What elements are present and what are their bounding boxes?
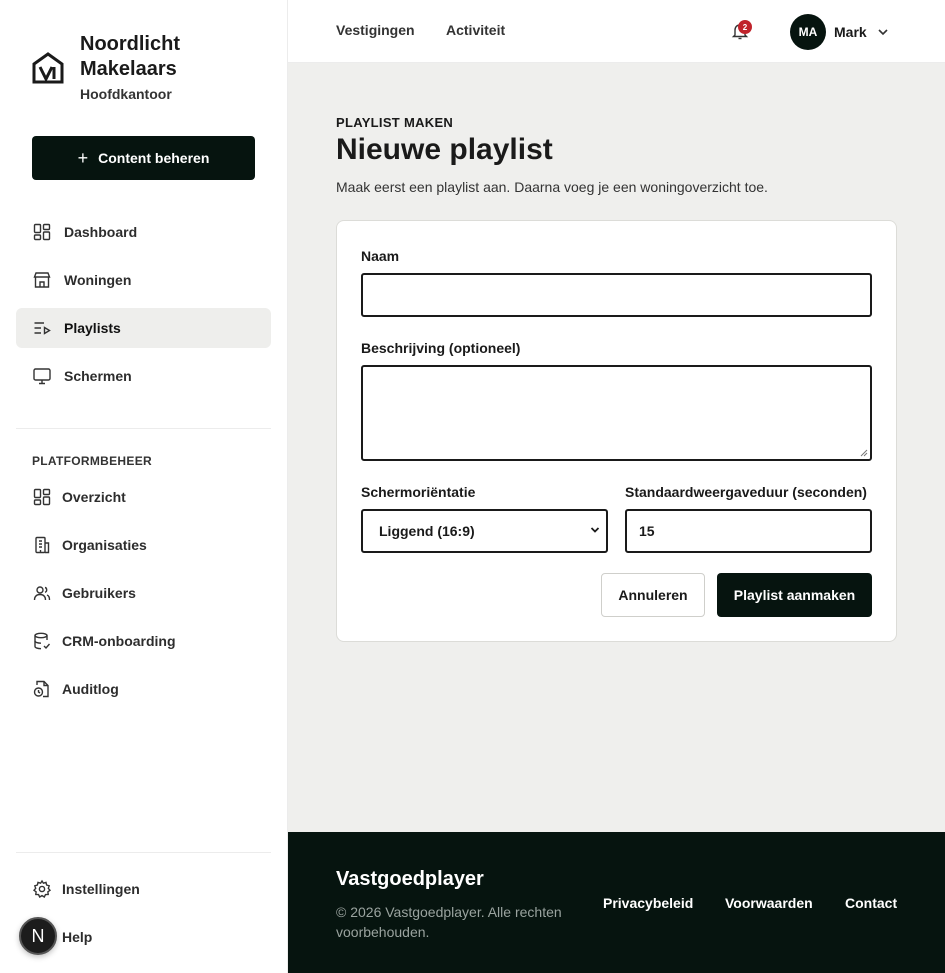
topnav-activiteit[interactable]: Activiteit <box>446 22 505 38</box>
description-textarea[interactable] <box>361 365 872 461</box>
sidebar-item-label: Gebruikers <box>62 585 136 601</box>
brand-subtitle: Hoofdkantoor <box>80 86 172 102</box>
page-title: Nieuwe playlist <box>336 133 553 166</box>
brand[interactable]: Noordlicht Makelaars Hoofdkantoor <box>32 32 230 102</box>
sidebar-item-woningen[interactable]: Woningen <box>16 260 271 300</box>
sidebar-item-auditlog[interactable]: Auditlog <box>16 669 271 709</box>
name-input[interactable] <box>361 273 872 317</box>
duration-input-value: 15 <box>639 523 655 539</box>
sidebar-item-dashboard[interactable]: Dashboard <box>16 212 271 252</box>
sidebar: Noordlicht Makelaars Hoofdkantoor + Cont… <box>0 0 288 973</box>
content-manage-label: Content beheren <box>98 150 210 166</box>
footer: Vastgoedplayer © 2026 Vastgoedplayer. Al… <box>288 832 945 973</box>
sidebar-divider <box>16 852 271 853</box>
building-icon <box>35 536 50 554</box>
sidebar-item-crm-onboarding[interactable]: CRM-onboarding <box>16 621 271 661</box>
sidebar-item-label: CRM-onboarding <box>62 633 176 649</box>
sidebar-item-label: Help <box>62 929 93 945</box>
sidebar-item-label: Playlists <box>64 320 121 336</box>
sidebar-item-overzicht[interactable]: Overzicht <box>16 477 271 517</box>
orientation-select[interactable]: Liggend (16:9) <box>361 509 608 553</box>
sidebar-item-label: Auditlog <box>62 681 119 697</box>
create-playlist-button[interactable]: Playlist aanmaken <box>717 573 872 617</box>
sidebar-item-label: Overzicht <box>62 489 126 505</box>
content-manage-button[interactable]: + Content beheren <box>32 136 255 180</box>
sidebar-item-label: Woningen <box>64 272 132 288</box>
duration-label: Standaardweergaveduur (seconden) <box>625 484 867 500</box>
plus-icon: + <box>77 148 89 168</box>
sidebar-item-instellingen[interactable]: Instellingen <box>16 869 271 909</box>
footer-brand: Vastgoedplayer <box>336 868 484 890</box>
section-label-platformbeheer: PLATFORMBEHEER <box>32 454 152 468</box>
sidebar-divider <box>16 428 271 429</box>
footer-link-voorwaarden[interactable]: Voorwaarden <box>725 895 813 911</box>
sidebar-item-label: Dashboard <box>64 224 138 240</box>
users-icon <box>33 586 51 601</box>
dashboard-icon <box>33 488 51 506</box>
description-label: Beschrijving (optioneel) <box>361 340 521 356</box>
sidebar-item-label: Schermen <box>64 368 132 384</box>
footer-link-privacybeleid[interactable]: Privacybeleid <box>603 895 693 911</box>
house-logo-icon <box>32 52 64 84</box>
footer-copyright: © 2026 Vastgoedplayer. Alle rechten voor… <box>336 904 562 940</box>
store-icon <box>33 272 51 288</box>
help-assistant-avatar[interactable]: N <box>19 917 57 955</box>
name-label: Naam <box>361 248 400 264</box>
sidebar-item-gebruikers[interactable]: Gebruikers <box>16 573 271 613</box>
cancel-button[interactable]: Annuleren <box>601 573 705 617</box>
page-eyebrow: PLAYLIST MAKEN <box>336 115 454 130</box>
database-icon <box>34 632 51 650</box>
user-avatar[interactable]: MA <box>790 14 826 50</box>
sidebar-item-playlists[interactable]: Playlists <box>16 308 271 348</box>
chevron-down-icon[interactable] <box>877 26 889 38</box>
playlist-icon <box>34 322 51 335</box>
sidebar-item-schermen[interactable]: Schermen <box>16 356 271 396</box>
dashboard-icon <box>33 223 51 241</box>
file-clock-icon <box>33 680 49 698</box>
chevron-down-icon <box>590 527 600 533</box>
monitor-icon <box>33 368 51 385</box>
brand-name: Noordlicht Makelaars <box>80 33 180 80</box>
footer-link-contact[interactable]: Contact <box>845 895 897 911</box>
user-name[interactable]: Mark <box>834 24 867 40</box>
sidebar-item-label: Organisaties <box>62 537 147 553</box>
sidebar-item-label: Instellingen <box>62 881 140 897</box>
duration-input[interactable]: 15 <box>625 509 872 553</box>
orientation-selected-value: Liggend (16:9) <box>379 523 475 539</box>
sidebar-item-organisaties[interactable]: Organisaties <box>16 525 271 565</box>
playlist-form-card: Naam Beschrijving (optioneel) Schermorië… <box>336 220 897 642</box>
top-header: Vestigingen Activiteit 2 MA Mark <box>288 0 945 63</box>
main-content: PLAYLIST MAKEN Nieuwe playlist Maak eers… <box>288 63 945 832</box>
gear-icon <box>32 879 52 898</box>
resize-handle-icon[interactable] <box>860 449 868 457</box>
notification-badge: 2 <box>738 20 752 34</box>
page-description: Maak eerst een playlist aan. Daarna voeg… <box>336 179 768 195</box>
orientation-label: Schermoriëntatie <box>361 484 476 500</box>
topnav-vestigingen[interactable]: Vestigingen <box>336 22 415 38</box>
